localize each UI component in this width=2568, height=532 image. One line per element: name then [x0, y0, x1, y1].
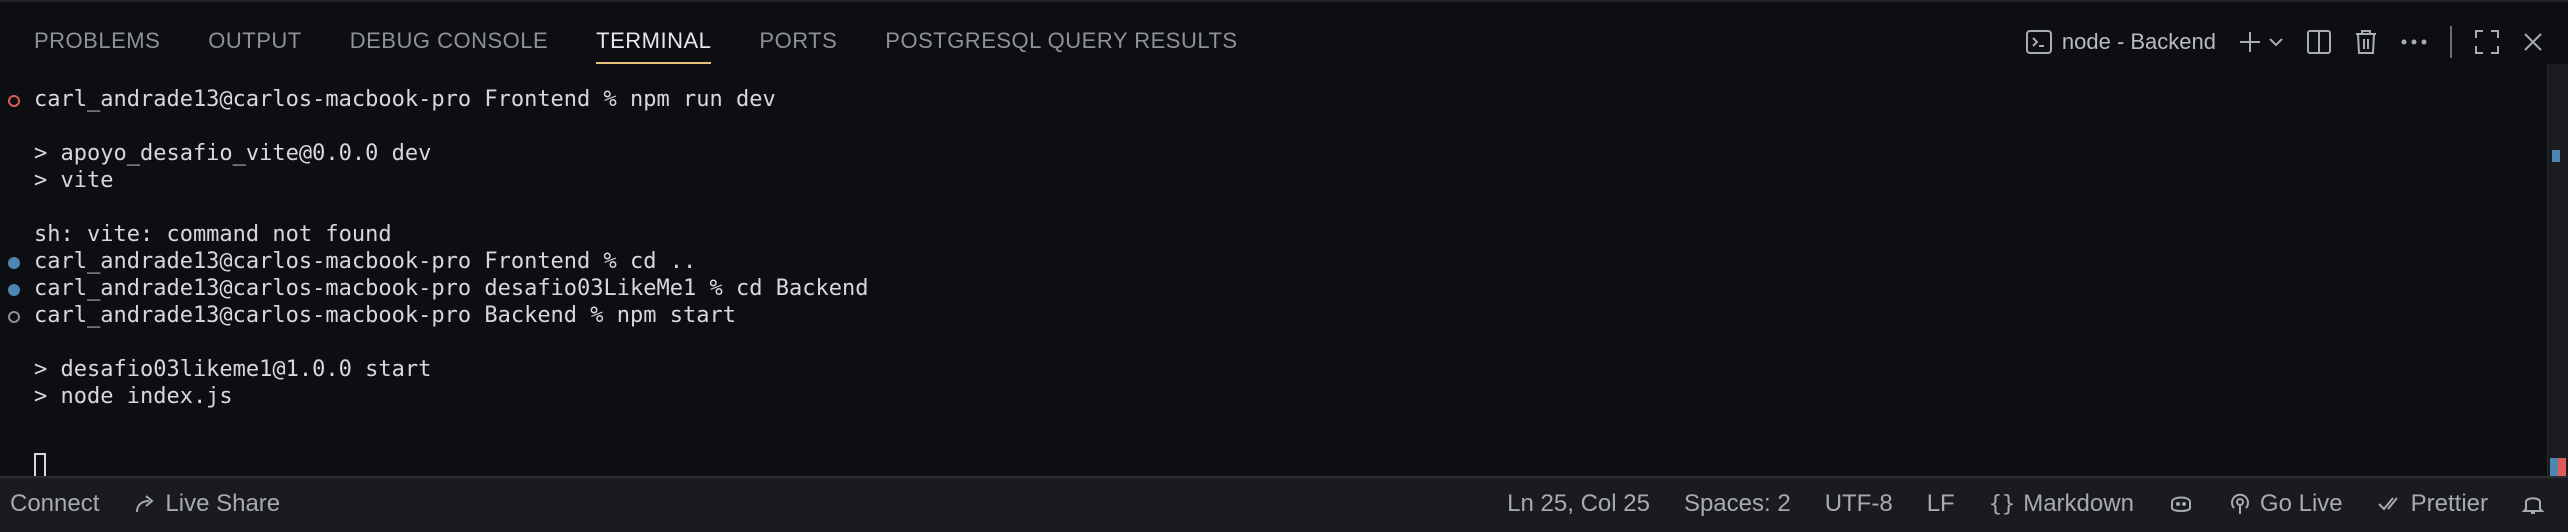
status-bar-left: Connect Live Share: [10, 490, 280, 518]
terminal-line: carl_andrade13@carlos-macbook-pro Backen…: [34, 303, 736, 328]
terminal-line: > node index.js: [34, 384, 233, 409]
scrollbar-marker: [2558, 458, 2566, 476]
double-check-icon: [2377, 494, 2403, 514]
tab-terminal[interactable]: TERMINAL: [596, 28, 712, 64]
live-share-item[interactable]: Live Share: [133, 490, 280, 518]
trash-icon: [2354, 29, 2378, 55]
scrollbar-marker: [2550, 458, 2558, 476]
panel-tabs: PROBLEMS OUTPUT DEBUG CONSOLE TERMINAL P…: [34, 28, 1286, 64]
maximize-icon: [2474, 29, 2500, 55]
indentation[interactable]: Spaces: 2: [1684, 490, 1791, 518]
broadcast-icon: [2228, 492, 2252, 516]
terminal-line: > vite: [34, 168, 114, 193]
live-share-icon: [133, 492, 157, 516]
terminal-cursor: [34, 453, 46, 478]
copilot-status[interactable]: [2168, 492, 2194, 516]
copilot-icon: [2168, 492, 2194, 516]
command-running-icon[interactable]: [8, 311, 20, 323]
terminal-output[interactable]: carl_andrade13@carlos-macbook-pro Fronte…: [0, 86, 2530, 478]
command-success-icon[interactable]: [8, 284, 20, 296]
actions-separator: [2450, 26, 2452, 58]
terminal-line: carl_andrade13@carlos-macbook-pro desafi…: [34, 276, 869, 301]
terminal-line: carl_andrade13@carlos-macbook-pro Fronte…: [34, 87, 776, 112]
command-error-icon[interactable]: [8, 95, 20, 107]
terminal-line: carl_andrade13@carlos-macbook-pro Fronte…: [34, 249, 697, 274]
cursor-position[interactable]: Ln 25, Col 25: [1507, 490, 1650, 518]
tab-output[interactable]: OUTPUT: [208, 28, 301, 64]
bell-icon: [2522, 492, 2544, 516]
tab-postgresql-query-results[interactable]: POSTGRESQL QUERY RESULTS: [885, 28, 1237, 64]
terminal-line: > apoyo_desafio_vite@0.0.0 dev: [34, 141, 432, 166]
panel-tabbar: PROBLEMS OUTPUT DEBUG CONSOLE TERMINAL P…: [0, 2, 2568, 64]
kill-terminal-button[interactable]: [2354, 26, 2378, 58]
maximize-panel-button[interactable]: [2474, 26, 2500, 58]
chevron-down-icon[interactable]: [2268, 36, 2284, 48]
more-icon: [2400, 38, 2428, 46]
terminal-line: sh: vite: command not found: [34, 222, 392, 247]
language-label: Markdown: [2023, 490, 2134, 517]
command-success-icon[interactable]: [8, 257, 20, 269]
status-bar-right: Ln 25, Col 25 Spaces: 2 UTF-8 LF {} Mark…: [1507, 490, 2544, 518]
close-panel-button[interactable]: [2522, 26, 2544, 58]
end-of-line[interactable]: LF: [1927, 490, 1955, 518]
more-actions-button[interactable]: [2400, 26, 2428, 58]
terminal-scrollbar[interactable]: [2547, 64, 2568, 478]
go-live-item[interactable]: Go Live: [2228, 490, 2343, 518]
panel-actions: node - Backend: [2025, 22, 2544, 62]
prettier-label: Prettier: [2410, 490, 2488, 517]
connect-item[interactable]: Connect: [10, 490, 99, 518]
add-icon: [2238, 30, 2262, 54]
terminal-icon: [2025, 30, 2052, 54]
notifications-item[interactable]: [2522, 492, 2544, 516]
terminal-selector[interactable]: node - Backend: [2025, 26, 2216, 58]
split-icon: [2306, 29, 2332, 55]
language-mode[interactable]: {} Markdown: [1989, 490, 2134, 518]
tab-problems[interactable]: PROBLEMS: [34, 28, 160, 64]
terminal-line: > desafio03likeme1@1.0.0 start: [34, 357, 432, 382]
panel: PROBLEMS OUTPUT DEBUG CONSOLE TERMINAL P…: [0, 0, 2568, 478]
status-bar: Connect Live Share Ln 25, Col 25 Spaces:…: [0, 476, 2568, 532]
go-live-label: Go Live: [2259, 490, 2343, 517]
braces-icon: {}: [1988, 491, 2016, 517]
close-icon: [2522, 31, 2544, 53]
tab-debug-console[interactable]: DEBUG CONSOLE: [350, 28, 548, 64]
scrollbar-marker: [2552, 150, 2560, 162]
add-terminal-button[interactable]: [2238, 26, 2284, 58]
split-terminal-button[interactable]: [2306, 26, 2332, 58]
tab-ports[interactable]: PORTS: [759, 28, 837, 64]
prettier-item[interactable]: Prettier: [2377, 490, 2488, 518]
live-share-label: Live Share: [165, 490, 281, 517]
terminal-name: node - Backend: [2061, 29, 2216, 54]
encoding[interactable]: UTF-8: [1825, 490, 1893, 518]
